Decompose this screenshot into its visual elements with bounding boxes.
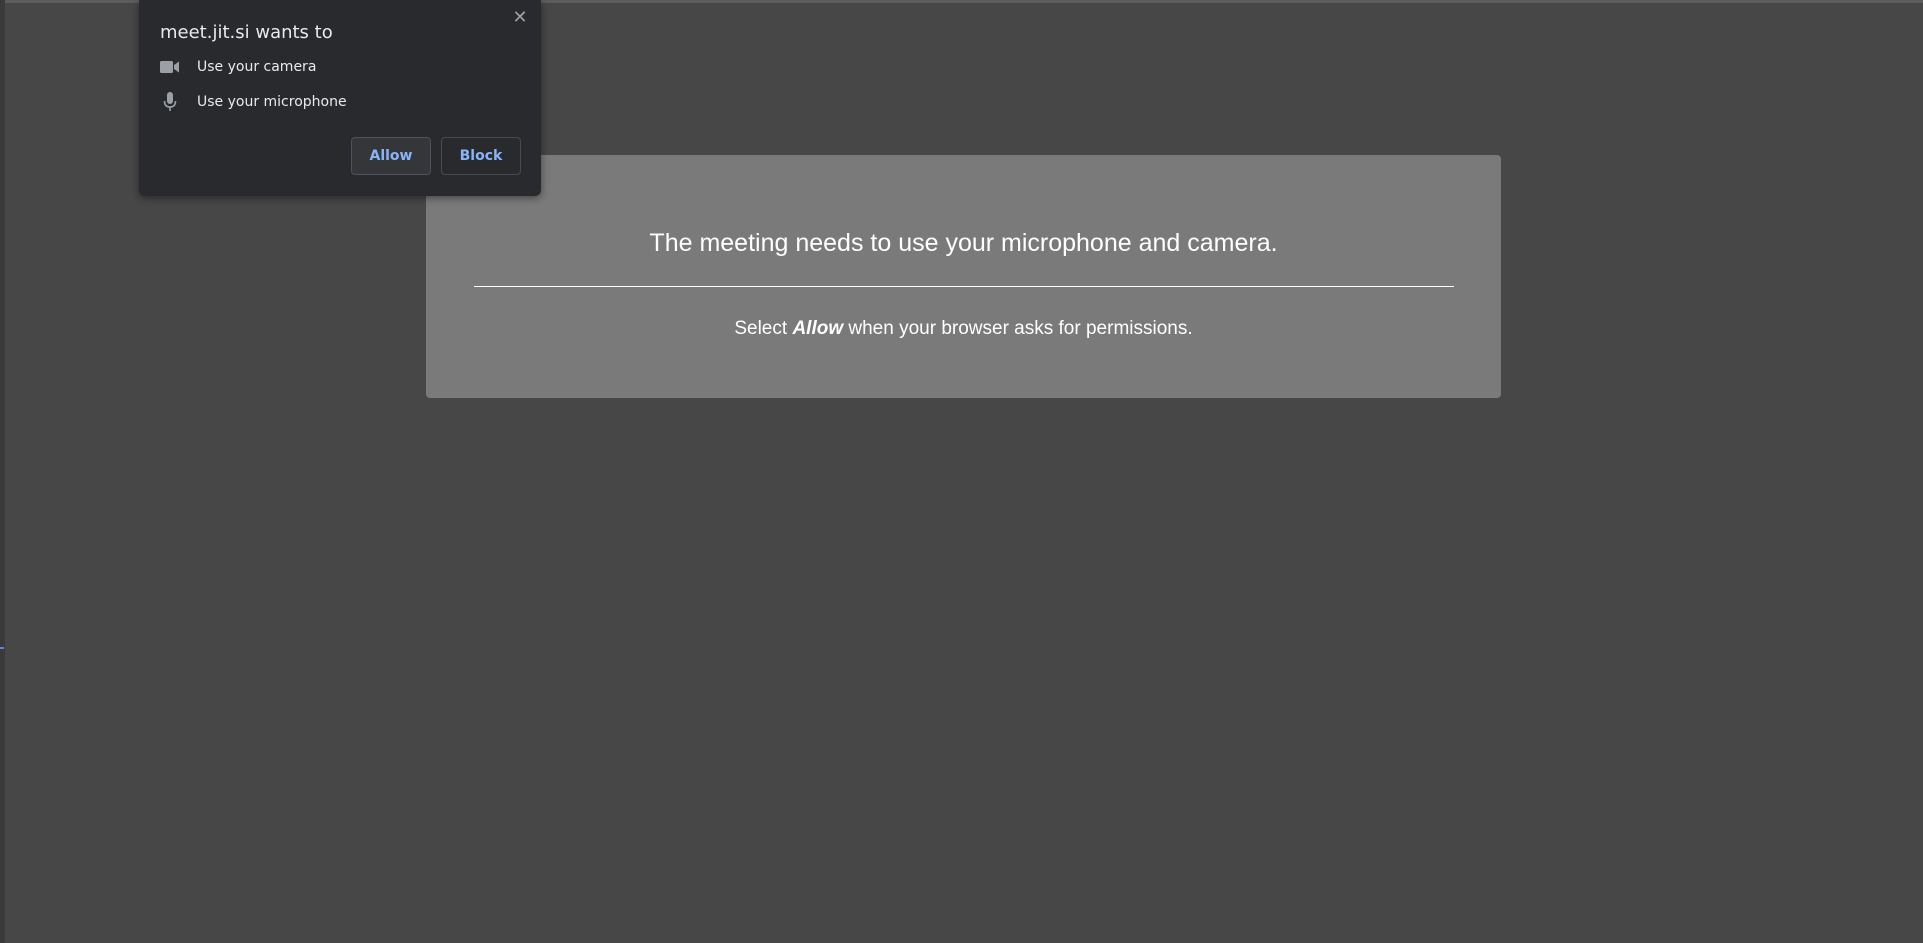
card-divider [474, 286, 1454, 287]
page: The meeting needs to use your microphone… [0, 0, 1923, 943]
permission-label-microphone: Use your microphone [197, 94, 347, 110]
permission-popup: meet.jit.si wants to ✕ Use your camera U… [139, 0, 541, 196]
permission-label-camera: Use your camera [197, 59, 317, 75]
left-border [0, 0, 5, 943]
card-title: The meeting needs to use your microphone… [649, 229, 1278, 257]
instruction-suffix: when your browser asks for permissions. [848, 318, 1193, 339]
permission-camera: Use your camera [159, 57, 316, 77]
permission-microphone: Use your microphone [159, 92, 347, 112]
block-button[interactable]: Block [441, 137, 521, 175]
close-icon[interactable]: ✕ [510, 7, 530, 27]
instruction-prefix: Select [734, 318, 788, 339]
instruction-emphasis: Allow [792, 318, 844, 339]
permission-request-card: The meeting needs to use your microphone… [426, 155, 1501, 398]
allow-button[interactable]: Allow [351, 137, 431, 175]
camera-icon [159, 57, 181, 77]
card-instruction: Select Allow when your browser asks for … [426, 318, 1501, 340]
left-accent-mark [0, 647, 4, 649]
popup-title: meet.jit.si wants to [160, 22, 333, 43]
microphone-icon [159, 92, 181, 112]
